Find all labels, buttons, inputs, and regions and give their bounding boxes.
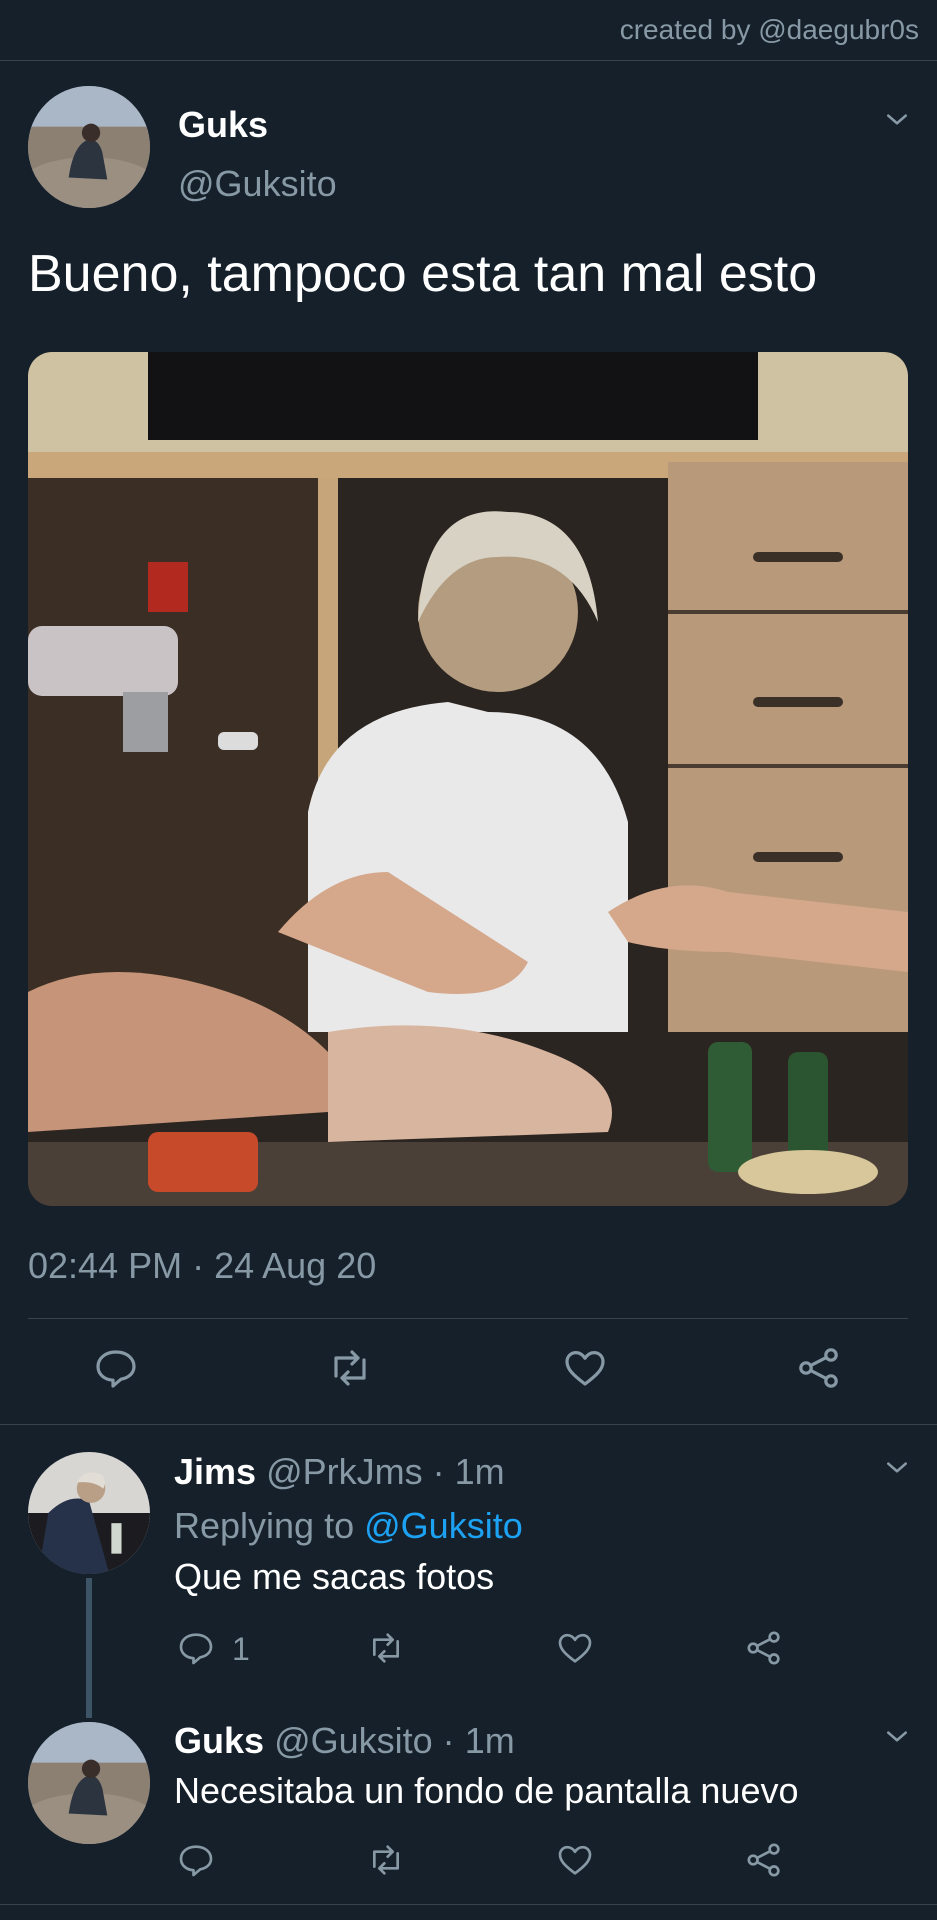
retweet-arrows-icon [373,1845,399,1875]
retweet-button[interactable] [366,1840,406,1880]
timestamp-divider [28,1318,908,1319]
tweet-menu-chevron[interactable] [884,107,910,133]
retweet-arrows-icon [334,1350,366,1386]
avatar[interactable] [28,86,150,208]
heart-icon [558,1845,592,1875]
avatar[interactable] [28,1452,150,1574]
avatar-photo [28,1722,150,1844]
share-nodes-icon [799,1348,838,1388]
share-nodes-icon [747,1631,780,1665]
photo-illustration [28,352,908,1206]
reply-handle[interactable]: @PrkJms [266,1451,423,1492]
avatar-photo [28,86,150,208]
reply-text: Necesitaba un fondo de pantalla nuevo [174,1770,799,1811]
reply-button[interactable] [176,1628,216,1668]
user-handle[interactable]: @Guksito [178,163,337,205]
replying-to-handle-link[interactable]: @Guksito [364,1505,523,1546]
speech-bubble-icon [179,1633,213,1665]
reply-header: Guks @Guksito · 1m [174,1720,515,1762]
reply-handle[interactable]: @Guksito [274,1720,433,1761]
chevron-down-icon [887,114,907,125]
heart-icon [558,1633,592,1663]
display-name[interactable]: Guks [178,104,268,146]
replying-to-line: Replying to @Guksito [174,1505,523,1547]
share-button[interactable] [744,1840,784,1880]
reply-button[interactable] [92,1344,140,1392]
creator-credit: created by @daegubr0s [619,14,919,45]
reply-display-name[interactable]: Guks [174,1720,264,1761]
meta-separator: · [432,1451,445,1492]
avatar[interactable] [28,1722,150,1844]
reply-display-name[interactable]: Jims [174,1451,256,1492]
reply-time: 1m [454,1451,505,1492]
tweet-timestamp: 02:44 PM · 24 Aug 20 [28,1245,377,1286]
reply-text: Que me sacas fotos [174,1556,495,1597]
retweet-button[interactable] [366,1628,406,1668]
reply-menu-chevron[interactable] [884,1724,910,1750]
speech-bubble-icon [96,1350,136,1388]
tweet-text: Bueno, tampoco esta tan mal esto [28,245,818,303]
tweet-photo[interactable] [28,352,908,1206]
chevron-down-icon [887,1731,907,1742]
reply-count: 1 [232,1631,250,1667]
share-button[interactable] [795,1344,843,1392]
like-button[interactable] [561,1344,609,1392]
reply-header: Jims @PrkJms · 1m [174,1451,505,1493]
heart-icon [565,1351,605,1386]
retweet-button[interactable] [326,1344,374,1392]
avatar-photo [28,1452,150,1574]
reply-button[interactable] [176,1840,216,1880]
meta-separator: · [442,1720,455,1761]
like-button[interactable] [555,1628,595,1668]
section-divider [0,1424,937,1425]
replying-to-label: Replying to [174,1505,355,1546]
top-bar: created by @daegubr0s [0,0,937,61]
reply-time: 1m [464,1720,515,1761]
share-button[interactable] [744,1628,784,1668]
thread-connector-line [86,1578,92,1718]
reply-menu-chevron[interactable] [884,1455,910,1481]
chevron-down-icon [887,1462,907,1473]
speech-bubble-icon [179,1845,213,1877]
like-button[interactable] [555,1840,595,1880]
bottom-divider [0,1904,937,1905]
retweet-arrows-icon [373,1633,399,1663]
share-nodes-icon [747,1843,780,1877]
